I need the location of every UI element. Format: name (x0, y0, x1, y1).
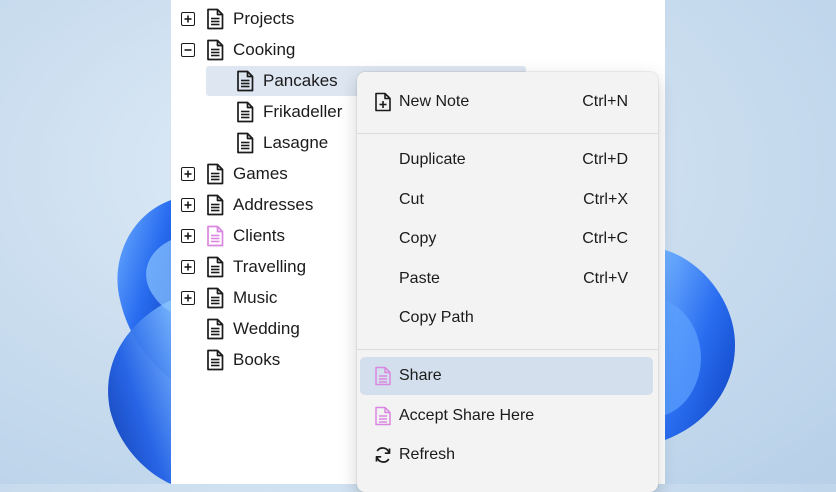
menu-item-copy-path[interactable]: Copy Path (360, 299, 653, 337)
menu-item-refresh[interactable]: Refresh (360, 436, 653, 474)
menu-item-label: Cut (399, 191, 424, 208)
note-icon (206, 8, 224, 30)
tree-item-music[interactable]: Music (180, 283, 350, 313)
tree-item-addresses[interactable]: Addresses (180, 190, 350, 220)
tree-item-books[interactable]: Books (180, 345, 350, 375)
note-icon (206, 349, 224, 371)
menu-item-duplicate[interactable]: Duplicate Ctrl+D (360, 141, 653, 179)
menu-item-label: Paste (399, 270, 440, 287)
menu-separator (357, 349, 658, 350)
menu-item-label: Duplicate (399, 151, 466, 168)
context-menu: New Note Ctrl+N Duplicate Ctrl+D Cut Ctrl+X Co… (357, 72, 658, 492)
tree-item-label: Projects (233, 9, 295, 28)
note-icon (206, 39, 224, 61)
tree-item-label: Frikadeller (263, 102, 343, 121)
tree-item-frikadeller[interactable]: Frikadeller (206, 97, 376, 127)
menu-item-label: Copy (399, 230, 437, 247)
refresh-icon (373, 445, 393, 465)
menu-separator (357, 133, 658, 134)
note-icon (206, 318, 224, 340)
tree-item-label: Clients (233, 226, 285, 245)
note-icon (206, 287, 224, 309)
menu-item-share[interactable]: Share (360, 357, 653, 395)
menu-item-label: Share (399, 367, 442, 384)
expand-icon[interactable] (181, 291, 195, 305)
shared-note-icon (206, 225, 224, 247)
menu-item-shortcut: Ctrl+X (583, 191, 628, 208)
expand-icon[interactable] (181, 260, 195, 274)
tree-item-lasagne[interactable]: Lasagne (206, 128, 376, 158)
menu-item-shortcut: Ctrl+C (582, 230, 628, 247)
tree-item-clients[interactable]: Clients (180, 221, 350, 251)
menu-item-label: Accept Share Here (399, 407, 535, 424)
expand-icon[interactable] (181, 198, 195, 212)
menu-item-paste[interactable]: Paste Ctrl+V (360, 260, 653, 298)
tree-item-label: Music (233, 288, 278, 307)
shared-note-icon (373, 366, 393, 386)
tree-item-label: Books (233, 350, 281, 369)
tree-item-label: Games (233, 164, 288, 183)
menu-item-shortcut: Ctrl+D (582, 151, 628, 168)
tree-item-cooking[interactable]: Cooking (180, 35, 350, 65)
tree-item-label: Pancakes (263, 71, 338, 90)
new-note-icon (373, 92, 393, 112)
note-icon (206, 194, 224, 216)
shared-note-icon (373, 406, 393, 426)
menu-item-label: Copy Path (399, 309, 474, 326)
menu-item-label: New Note (399, 93, 470, 110)
note-icon (236, 132, 254, 154)
menu-item-shortcut: Ctrl+V (583, 270, 628, 287)
note-icon (236, 101, 254, 123)
note-icon (206, 163, 224, 185)
menu-item-shortcut: Ctrl+N (582, 93, 628, 110)
tree-item-games[interactable]: Games (180, 159, 350, 189)
expand-icon[interactable] (181, 12, 195, 26)
tree-item-travelling[interactable]: Travelling (180, 252, 350, 282)
menu-item-label: Refresh (399, 446, 456, 463)
menu-item-cut[interactable]: Cut Ctrl+X (360, 181, 653, 219)
note-icon (236, 70, 254, 92)
menu-item-copy[interactable]: Copy Ctrl+C (360, 220, 653, 258)
tree-item-label: Travelling (233, 257, 307, 276)
menu-item-new-note[interactable]: New Note Ctrl+N (360, 83, 653, 121)
tree-item-projects[interactable]: Projects (180, 4, 350, 34)
expand-icon[interactable] (181, 229, 195, 243)
note-icon (206, 256, 224, 278)
tree-item-label: Addresses (233, 195, 314, 214)
tree-item-label: Wedding (233, 319, 300, 338)
tree-item-label: Cooking (233, 40, 296, 59)
tree-item-wedding[interactable]: Wedding (180, 314, 350, 344)
expand-icon[interactable] (181, 167, 195, 181)
tree-item-label: Lasagne (263, 133, 329, 152)
collapse-icon[interactable] (181, 43, 195, 57)
menu-item-accept-share-here[interactable]: Accept Share Here (360, 397, 653, 435)
